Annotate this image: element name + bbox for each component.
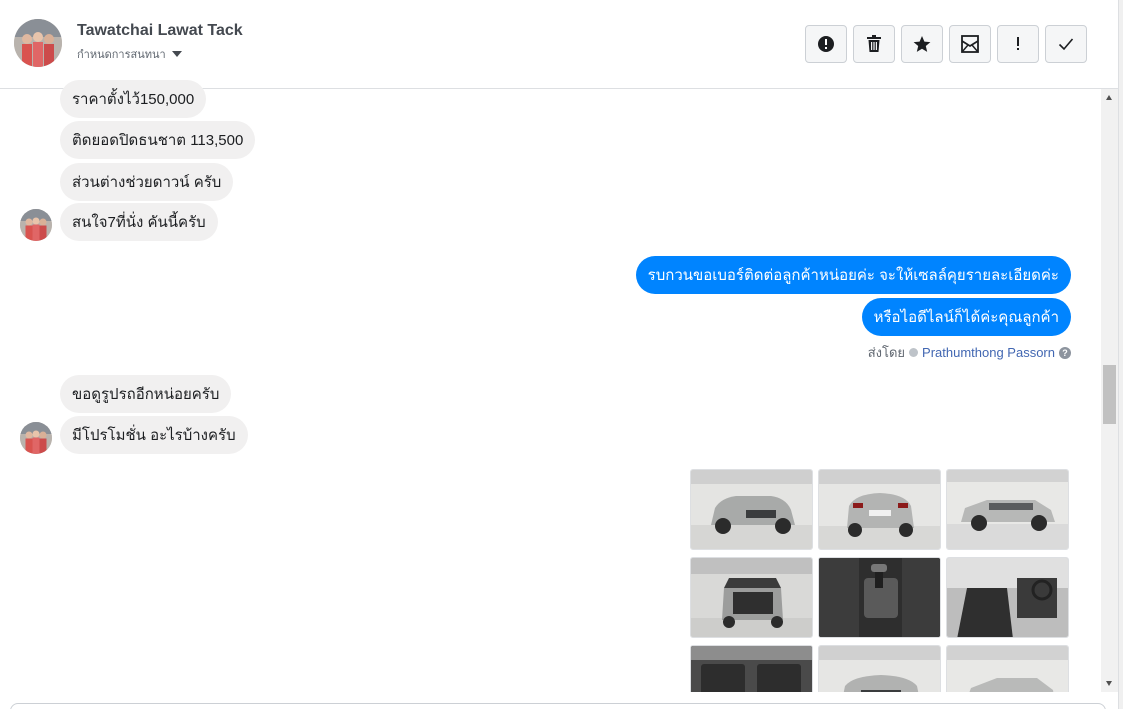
car-photo-thumbnail[interactable]: [818, 645, 941, 692]
incoming-message: มีโปรโมชั่น อะไรบ้างครับ: [60, 416, 248, 454]
car-photo-thumbnail[interactable]: [818, 557, 941, 638]
star-button[interactable]: [901, 25, 943, 63]
caret-down-icon: [171, 51, 182, 57]
help-icon[interactable]: ?: [1059, 346, 1071, 359]
sent-by-info: ส่งโดย Prathumthong Passorn ?: [868, 342, 1071, 363]
mark-done-button[interactable]: [1045, 25, 1087, 63]
exclamation-icon: [1017, 37, 1019, 50]
contact-avatar-small: [20, 422, 52, 454]
sender-name-link[interactable]: Prathumthong Passorn: [922, 345, 1055, 360]
trash-icon: [867, 35, 881, 52]
spam-button[interactable]: [805, 25, 847, 63]
scrollbar-thumb[interactable]: [1103, 365, 1116, 424]
outgoing-message: รบกวนขอเบอร์ติดต่อลูกค้าหน่อยค่ะ จะให้เซ…: [635, 256, 1071, 294]
car-photo-thumbnail[interactable]: [690, 469, 813, 550]
car-photo-thumbnail[interactable]: [818, 469, 941, 550]
car-photo-thumbnail[interactable]: [946, 469, 1069, 550]
check-icon: [1058, 38, 1074, 51]
incoming-message: สนใจ7ที่นั่ง คันนี้ครับ: [60, 203, 218, 241]
mark-unread-button[interactable]: [949, 25, 991, 63]
contact-avatar[interactable]: [14, 19, 62, 67]
sent-by-label: ส่งโดย: [867, 345, 906, 360]
conversation-toolbar: [805, 25, 1087, 63]
flag-button[interactable]: [997, 25, 1039, 63]
car-photo-thumbnail[interactable]: [690, 645, 813, 692]
thread-scrollbar[interactable]: [1101, 89, 1118, 692]
mark-unread-icon: [961, 35, 979, 53]
contact-name[interactable]: Tawatchai Lawat Tack: [77, 22, 243, 40]
outgoing-message: หรือไอดีไลน์ก็ได้ค่ะคุณลูกค้า: [861, 298, 1071, 336]
conversation-header: Tawatchai Lawat Tack กำหนดการสนทนา: [0, 0, 1118, 89]
conversation-options-dropdown[interactable]: กำหนดการสนทนา: [77, 45, 182, 63]
contact-avatar-small: [20, 209, 52, 241]
verified-icon: [909, 348, 919, 357]
delete-button[interactable]: [853, 25, 895, 63]
car-photo-thumbnail[interactable]: [690, 557, 813, 638]
scroll-down-arrow-icon[interactable]: [1106, 681, 1112, 686]
alert-circle-icon: [818, 36, 834, 52]
scroll-up-arrow-icon[interactable]: [1106, 95, 1112, 100]
photo-attachment-grid: [690, 469, 1071, 692]
incoming-message: ติดยอดปิดธนชาต 113,500: [60, 121, 256, 159]
message-composer[interactable]: [10, 703, 1106, 709]
car-photo-thumbnail[interactable]: [946, 557, 1069, 638]
panel-divider: [1118, 0, 1123, 709]
conversation-options-label: กำหนดการสนทนา: [77, 49, 166, 61]
incoming-message: ขอดูรูปรถอีกหน่อยครับ: [60, 375, 232, 413]
incoming-message: ส่วนต่างช่วยดาวน์ ครับ: [60, 163, 234, 201]
car-photo-thumbnail[interactable]: [946, 645, 1069, 692]
incoming-message: ราคาตั้งไว้150,000: [60, 80, 207, 118]
star-icon: [913, 36, 931, 52]
